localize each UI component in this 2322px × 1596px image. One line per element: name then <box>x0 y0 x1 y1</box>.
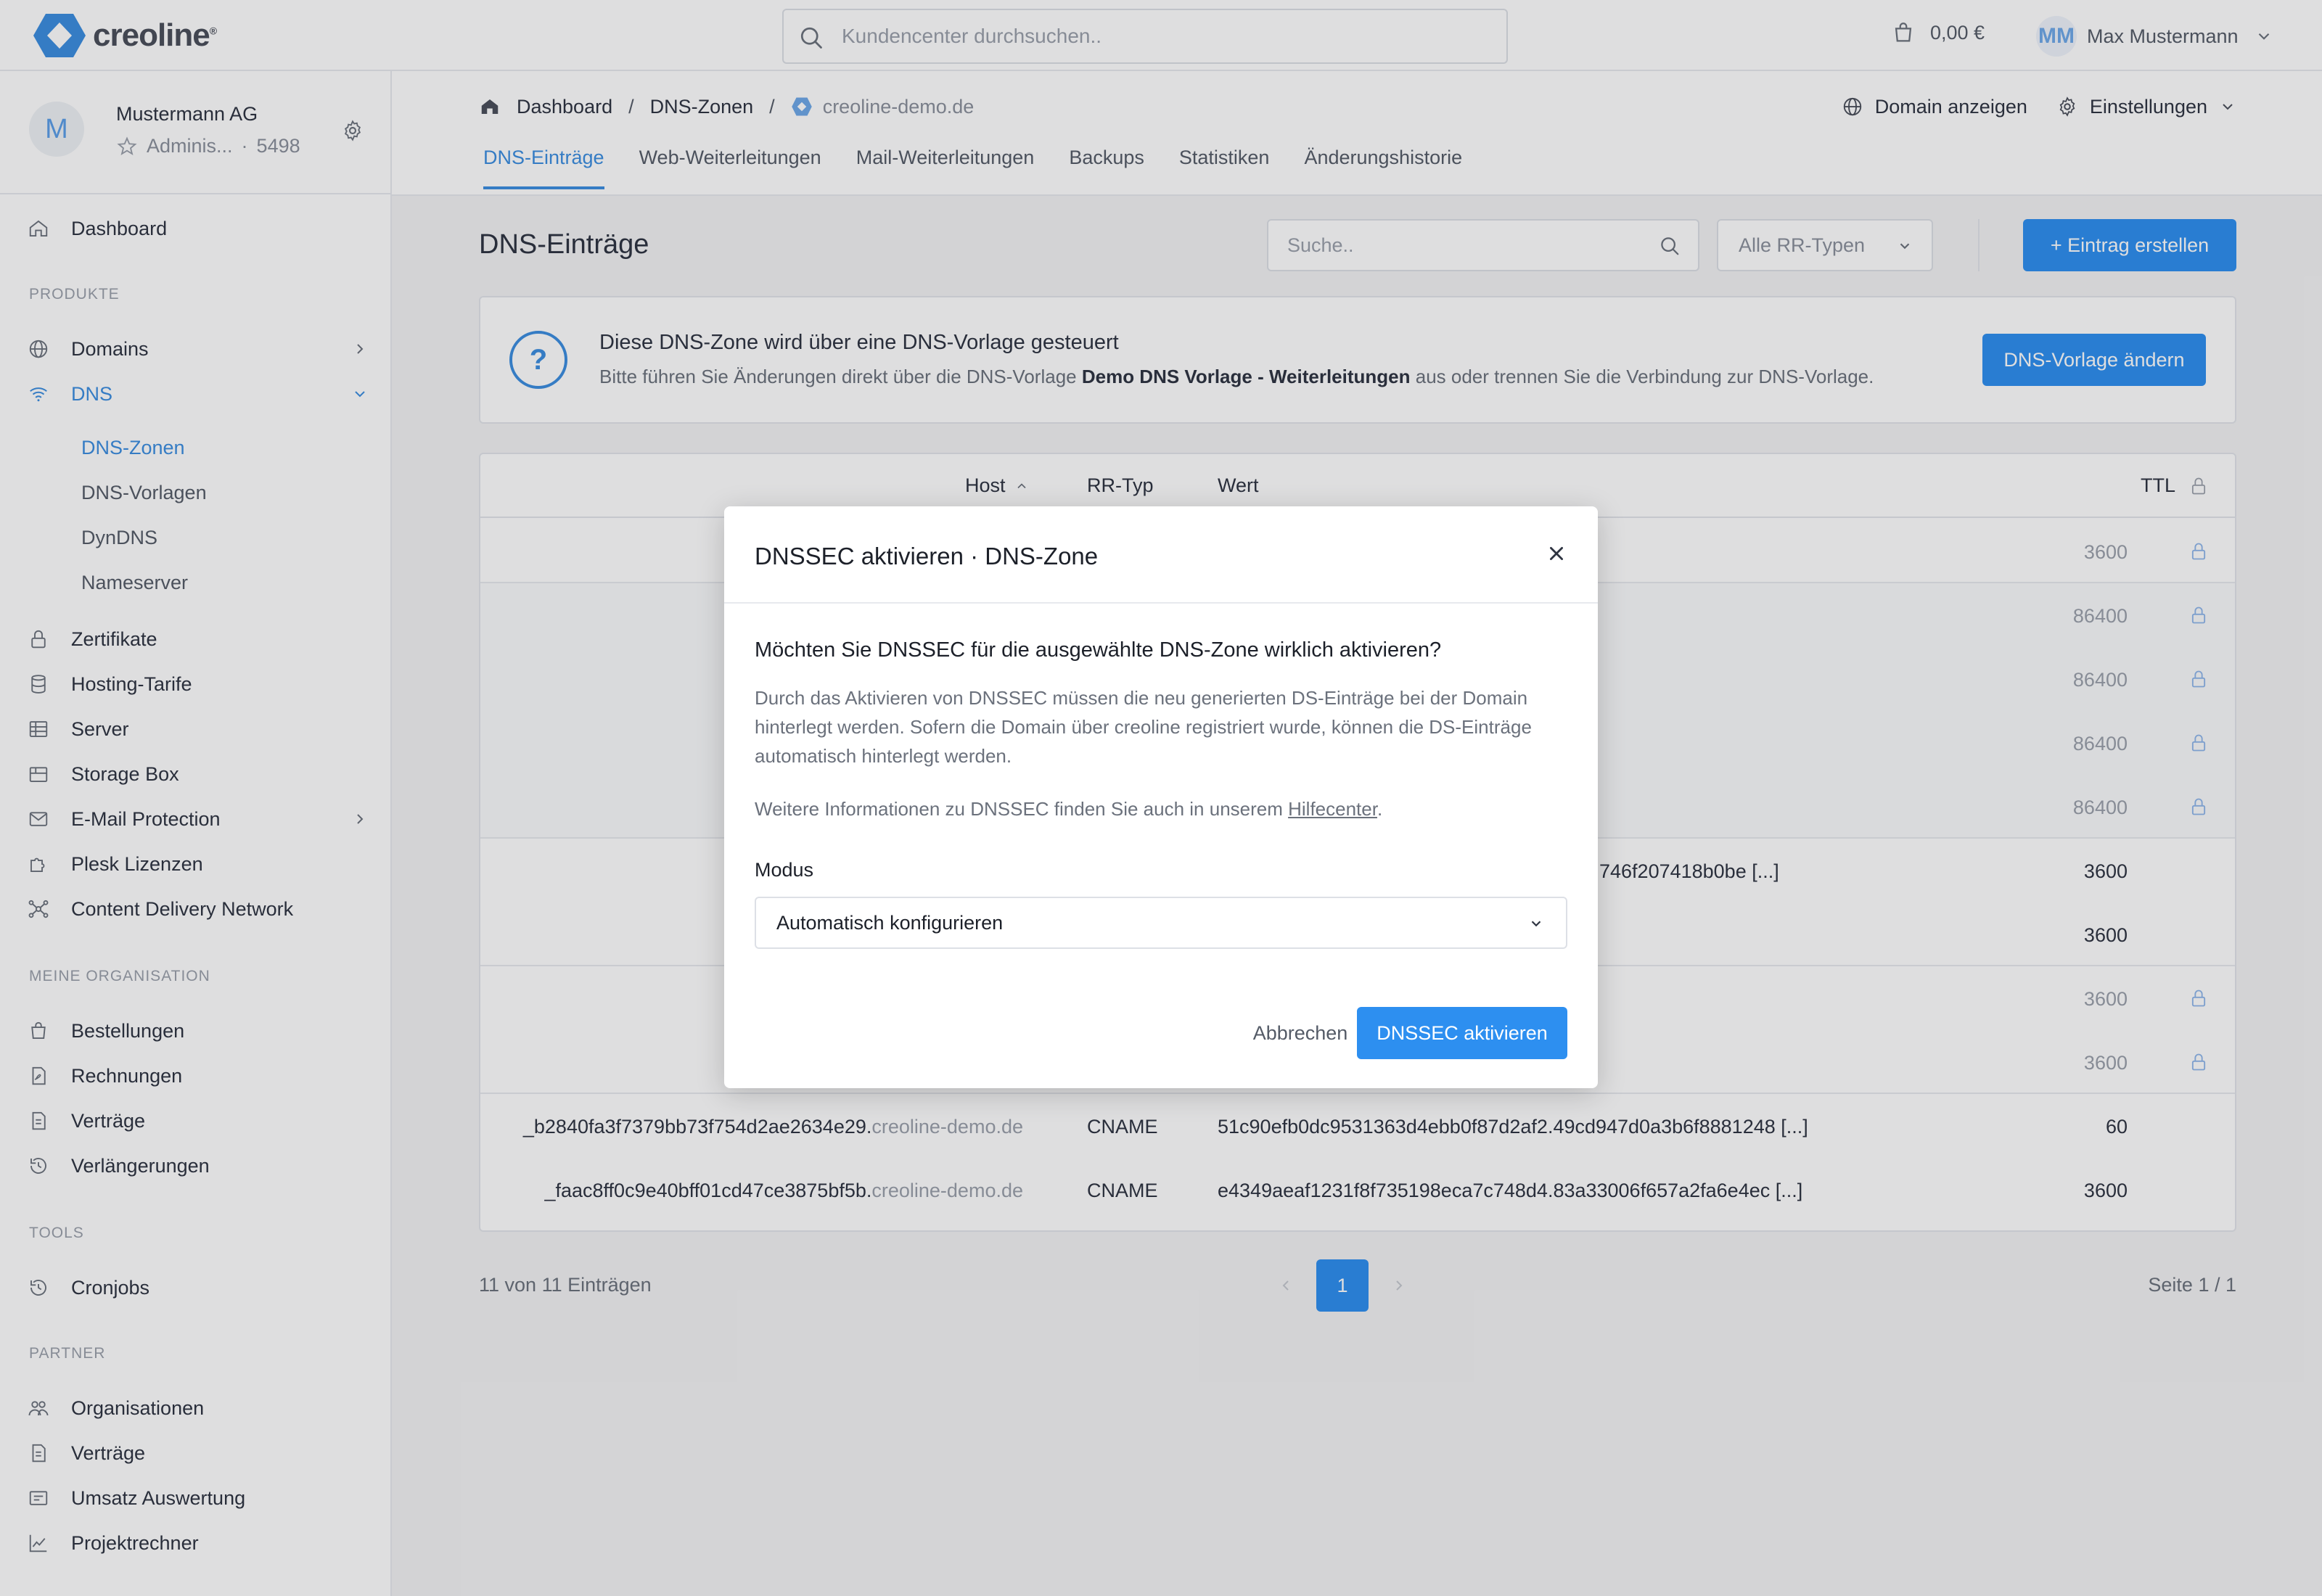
modal-title: DNSSEC aktivieren · DNS-Zone <box>755 543 1099 569</box>
modal-description: Durch das Aktivieren von DNSSEC müssen d… <box>755 687 1532 767</box>
chevron-down-icon <box>1531 921 1541 927</box>
mode-label: Modus <box>755 859 814 881</box>
cancel-button[interactable]: Abbrechen <box>1228 1007 1373 1059</box>
close-icon <box>1550 547 1563 560</box>
modal-info: Weitere Informationen zu DNSSEC finden S… <box>755 798 1383 820</box>
helpcenter-link[interactable]: Hilfecenter <box>1288 798 1377 820</box>
close-button[interactable] <box>1541 538 1572 569</box>
mode-select[interactable]: Automatisch konfigurieren <box>755 897 1567 949</box>
modal-question: Möchten Sie DNSSEC für die ausgewählte D… <box>755 638 1442 662</box>
dnssec-modal: DNSSEC aktivieren · DNS-Zone Möchten Sie… <box>724 506 1598 1088</box>
activate-dnssec-button[interactable]: DNSSEC aktivieren <box>1357 1007 1567 1059</box>
modal-header: DNSSEC aktivieren · DNS-Zone <box>724 506 1598 604</box>
